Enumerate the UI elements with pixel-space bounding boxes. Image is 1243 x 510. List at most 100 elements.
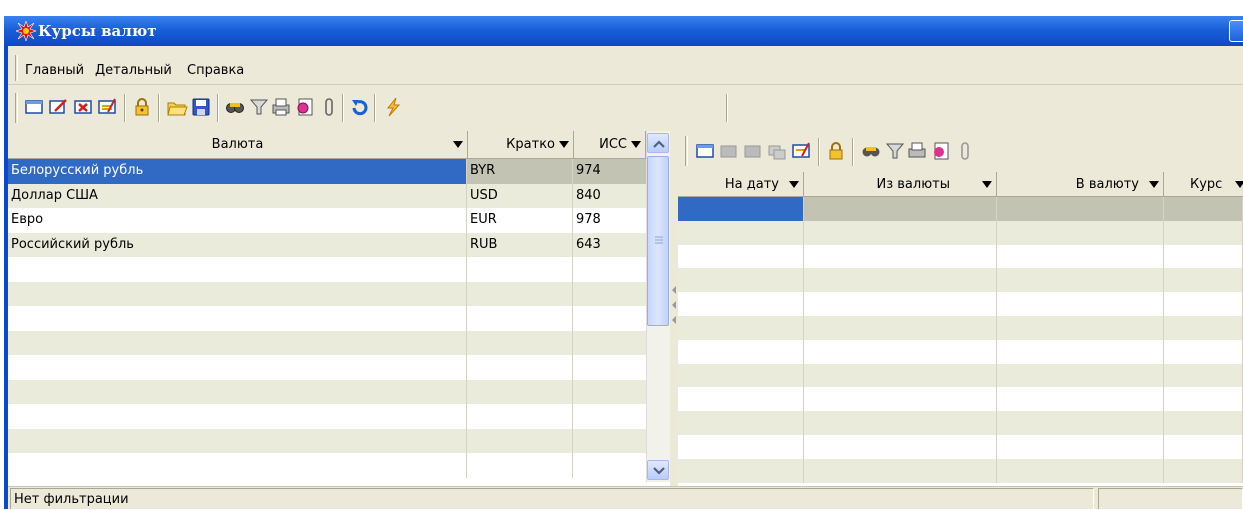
table-row[interactable] bbox=[8, 428, 647, 453]
dropdown-arrow-icon[interactable] bbox=[631, 141, 641, 148]
column-header-from-currency[interactable]: Из валюты bbox=[804, 172, 997, 196]
delete-icon[interactable] bbox=[72, 96, 94, 118]
menu-help[interactable]: Справка bbox=[187, 62, 244, 80]
lightning-icon[interactable] bbox=[382, 96, 404, 118]
approve-icon[interactable] bbox=[790, 140, 812, 162]
attach-icon[interactable] bbox=[318, 96, 340, 118]
table-row[interactable] bbox=[678, 197, 1243, 221]
refresh-icon[interactable] bbox=[349, 96, 371, 118]
column-header-to-currency[interactable]: В валюту bbox=[997, 172, 1164, 196]
scroll-up-button[interactable] bbox=[647, 133, 669, 153]
table-row[interactable] bbox=[678, 387, 1243, 412]
new-icon[interactable] bbox=[23, 96, 45, 118]
table-row[interactable] bbox=[678, 315, 1243, 340]
table-row[interactable]: Белорусский рубль BYR 974 bbox=[8, 159, 647, 184]
dropdown-arrow-icon[interactable] bbox=[559, 141, 569, 148]
rate-cell bbox=[804, 458, 997, 483]
rates-rows bbox=[678, 197, 1243, 483]
rate-cell bbox=[678, 268, 804, 293]
toolbar-separator bbox=[342, 94, 344, 122]
chevron-down-icon bbox=[653, 467, 665, 475]
column-header-short[interactable]: Кратко bbox=[468, 131, 574, 158]
currency-code-cell bbox=[467, 257, 573, 282]
currency-name-cell: Белорусский рубль bbox=[8, 159, 467, 184]
attach-icon[interactable] bbox=[954, 140, 976, 162]
scroll-thumb[interactable] bbox=[647, 156, 669, 326]
table-row[interactable] bbox=[8, 379, 647, 404]
rate-cell bbox=[997, 363, 1164, 388]
table-row[interactable] bbox=[678, 434, 1243, 459]
toolbar-grip[interactable] bbox=[15, 93, 18, 123]
rate-cell bbox=[804, 387, 997, 412]
table-row[interactable] bbox=[8, 404, 647, 429]
table-row[interactable] bbox=[678, 268, 1243, 293]
menu-grip[interactable] bbox=[15, 55, 18, 81]
open-folder-icon[interactable] bbox=[166, 96, 188, 118]
column-header-date[interactable]: На дату bbox=[678, 172, 804, 196]
app-star-icon bbox=[16, 21, 36, 41]
table-row[interactable] bbox=[8, 355, 647, 380]
toolbar-grip[interactable] bbox=[685, 136, 688, 166]
dropdown-arrow-icon[interactable] bbox=[1149, 181, 1159, 188]
report-icon[interactable] bbox=[930, 140, 952, 162]
lock-icon[interactable] bbox=[131, 96, 153, 118]
dropdown-arrow-icon[interactable] bbox=[789, 181, 799, 188]
toolbar-separator bbox=[158, 94, 160, 122]
table-row[interactable]: Доллар США USD 840 bbox=[8, 183, 647, 208]
table-row[interactable] bbox=[678, 220, 1243, 245]
table-row[interactable] bbox=[8, 453, 647, 478]
report-icon[interactable] bbox=[294, 96, 316, 118]
table-row[interactable] bbox=[678, 411, 1243, 435]
rate-cell bbox=[1164, 411, 1243, 435]
filter-icon[interactable] bbox=[884, 140, 906, 162]
edit-icon-disabled[interactable] bbox=[718, 140, 740, 162]
filter-icon[interactable] bbox=[248, 96, 270, 118]
rate-cell bbox=[678, 411, 804, 435]
currency-name-cell bbox=[8, 306, 467, 331]
table-row[interactable] bbox=[678, 244, 1243, 269]
table-row[interactable]: Российский рубль RUB 643 bbox=[8, 232, 647, 257]
minimize-button[interactable] bbox=[1229, 20, 1243, 42]
currency-number-cell bbox=[573, 428, 647, 453]
table-row[interactable] bbox=[8, 306, 647, 331]
new-icon[interactable] bbox=[694, 140, 716, 162]
currency-name-cell: Евро bbox=[8, 208, 467, 233]
currency-number-cell bbox=[573, 306, 647, 331]
copy-icon-disabled[interactable] bbox=[766, 140, 788, 162]
dropdown-arrow-icon[interactable] bbox=[453, 141, 463, 148]
table-row[interactable] bbox=[8, 330, 647, 355]
print-icon[interactable] bbox=[270, 96, 292, 118]
approve-icon[interactable] bbox=[96, 96, 118, 118]
find-icon[interactable] bbox=[860, 140, 882, 162]
scroll-down-button[interactable] bbox=[647, 460, 669, 480]
menu-main[interactable]: Главный bbox=[25, 62, 84, 80]
status-filter-text: Нет фильтрации bbox=[10, 488, 1094, 509]
currency-name-cell bbox=[8, 257, 467, 282]
rate-cell bbox=[1164, 244, 1243, 269]
title-bar[interactable] bbox=[4, 16, 1243, 46]
chevron-up-icon bbox=[653, 140, 665, 148]
lock-icon[interactable] bbox=[825, 140, 847, 162]
toolbar-separator bbox=[726, 94, 728, 122]
table-row[interactable] bbox=[678, 339, 1243, 364]
dropdown-arrow-icon[interactable] bbox=[982, 181, 992, 188]
currency-name-cell: Доллар США bbox=[8, 183, 467, 208]
find-icon[interactable] bbox=[224, 96, 246, 118]
edit-icon[interactable] bbox=[47, 96, 69, 118]
pane-splitter[interactable] bbox=[670, 131, 678, 486]
table-row[interactable] bbox=[678, 292, 1243, 316]
delete-icon-disabled[interactable] bbox=[742, 140, 764, 162]
print-icon[interactable] bbox=[906, 140, 928, 162]
table-row[interactable] bbox=[678, 363, 1243, 388]
save-icon[interactable] bbox=[190, 96, 212, 118]
table-row[interactable] bbox=[8, 281, 647, 306]
table-row[interactable] bbox=[8, 257, 647, 282]
table-row[interactable] bbox=[678, 458, 1243, 483]
currency-code-cell bbox=[467, 379, 573, 404]
menu-detail[interactable]: Детальный bbox=[95, 62, 172, 80]
column-header-rate[interactable]: Курс bbox=[1164, 172, 1243, 196]
dropdown-arrow-icon[interactable] bbox=[1235, 181, 1243, 188]
column-header-currency[interactable]: Валюта bbox=[8, 131, 468, 158]
table-row[interactable]: Евро EUR 978 bbox=[8, 208, 647, 233]
column-header-iss[interactable]: ИСС bbox=[574, 131, 646, 158]
